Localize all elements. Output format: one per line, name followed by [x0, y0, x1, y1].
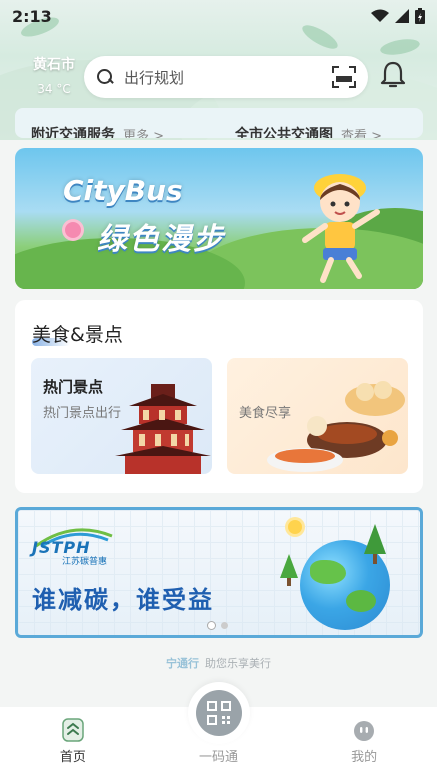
tile-subtitle: 热门景点出行 [43, 406, 122, 421]
section-title: 美食&景点 [32, 324, 123, 346]
carousel-dot [221, 622, 228, 629]
carbon-inclusive-banner[interactable]: JSTPH 江苏碳普惠 谁减碳，谁受益 [15, 507, 423, 638]
carbon-slogan: 谁减碳，谁受益 [32, 586, 214, 614]
nearby-transit-service[interactable]: 附近交通服务 更多 > [15, 120, 219, 138]
food-scenic-section: 美食&景点 热门景点 热门景点出行 美食尽享 [15, 300, 423, 493]
home-icon [62, 718, 84, 742]
status-bar: 2:13 [0, 0, 437, 32]
location-weather[interactable]: 黄石市 34 °C [30, 54, 78, 96]
carousel-indicator [208, 622, 228, 629]
citybus-subtitle: 绿色漫步 [97, 222, 225, 257]
flower-icon [65, 222, 81, 238]
carousel-dot-active [208, 622, 215, 629]
search-bar[interactable]: 出行规划 [84, 56, 368, 98]
sun-icon [288, 520, 302, 534]
tree-icon [280, 554, 298, 586]
status-time: 2:13 [12, 6, 52, 26]
nav-profile[interactable]: 我的 [291, 707, 437, 777]
qr-code-icon [196, 690, 242, 736]
scan-icon[interactable] [332, 66, 356, 88]
nav-label: 首页 [59, 750, 86, 765]
footer-tagline: 宁通行 助您乐享美行 [0, 655, 437, 671]
profile-icon [354, 721, 375, 741]
signal-icon [395, 9, 409, 23]
search-icon [96, 68, 114, 86]
nav-home[interactable]: 首页 [0, 707, 146, 777]
child-illustration [302, 174, 380, 283]
nav-label: 一码通 [199, 750, 239, 765]
food-tile[interactable]: 美食尽享 [227, 358, 408, 474]
citybus-banner[interactable]: CityBus 绿色漫步 [15, 148, 423, 289]
service-view-link[interactable]: 查看 > [341, 125, 382, 139]
tile-title: 热门景点 [43, 378, 104, 396]
services-strip: 附近交通服务 更多 > 全市公共交通图 查看 > [15, 108, 423, 138]
notification-button[interactable] [376, 58, 410, 92]
qr-code-button[interactable] [188, 682, 250, 744]
footer-brand: 宁通行 [166, 657, 199, 670]
bell-icon [380, 61, 406, 88]
nav-label: 我的 [351, 750, 378, 765]
wifi-icon [371, 9, 389, 22]
search-placeholder: 出行规划 [124, 68, 185, 87]
pagoda-illustration [115, 384, 211, 474]
temperature: 34 °C [37, 82, 71, 96]
city-transit-map[interactable]: 全市公共交通图 查看 > [219, 120, 423, 138]
citybus-title: CityBus [63, 174, 183, 207]
footer-slogan: 助您乐享美行 [205, 657, 271, 670]
city-name: 黄石市 [33, 57, 75, 73]
food-illustration [267, 381, 405, 472]
jstph-logo-subtitle: 江苏碳普惠 [62, 557, 108, 567]
tree-icon [364, 524, 386, 564]
hot-scenic-tile[interactable]: 热门景点 热门景点出行 [31, 358, 212, 474]
battery-icon [415, 8, 425, 24]
service-title: 附近交通服务 [31, 127, 115, 138]
service-more-link[interactable]: 更多 > [123, 125, 164, 139]
service-title: 全市公共交通图 [235, 127, 333, 138]
status-icons [371, 8, 425, 24]
